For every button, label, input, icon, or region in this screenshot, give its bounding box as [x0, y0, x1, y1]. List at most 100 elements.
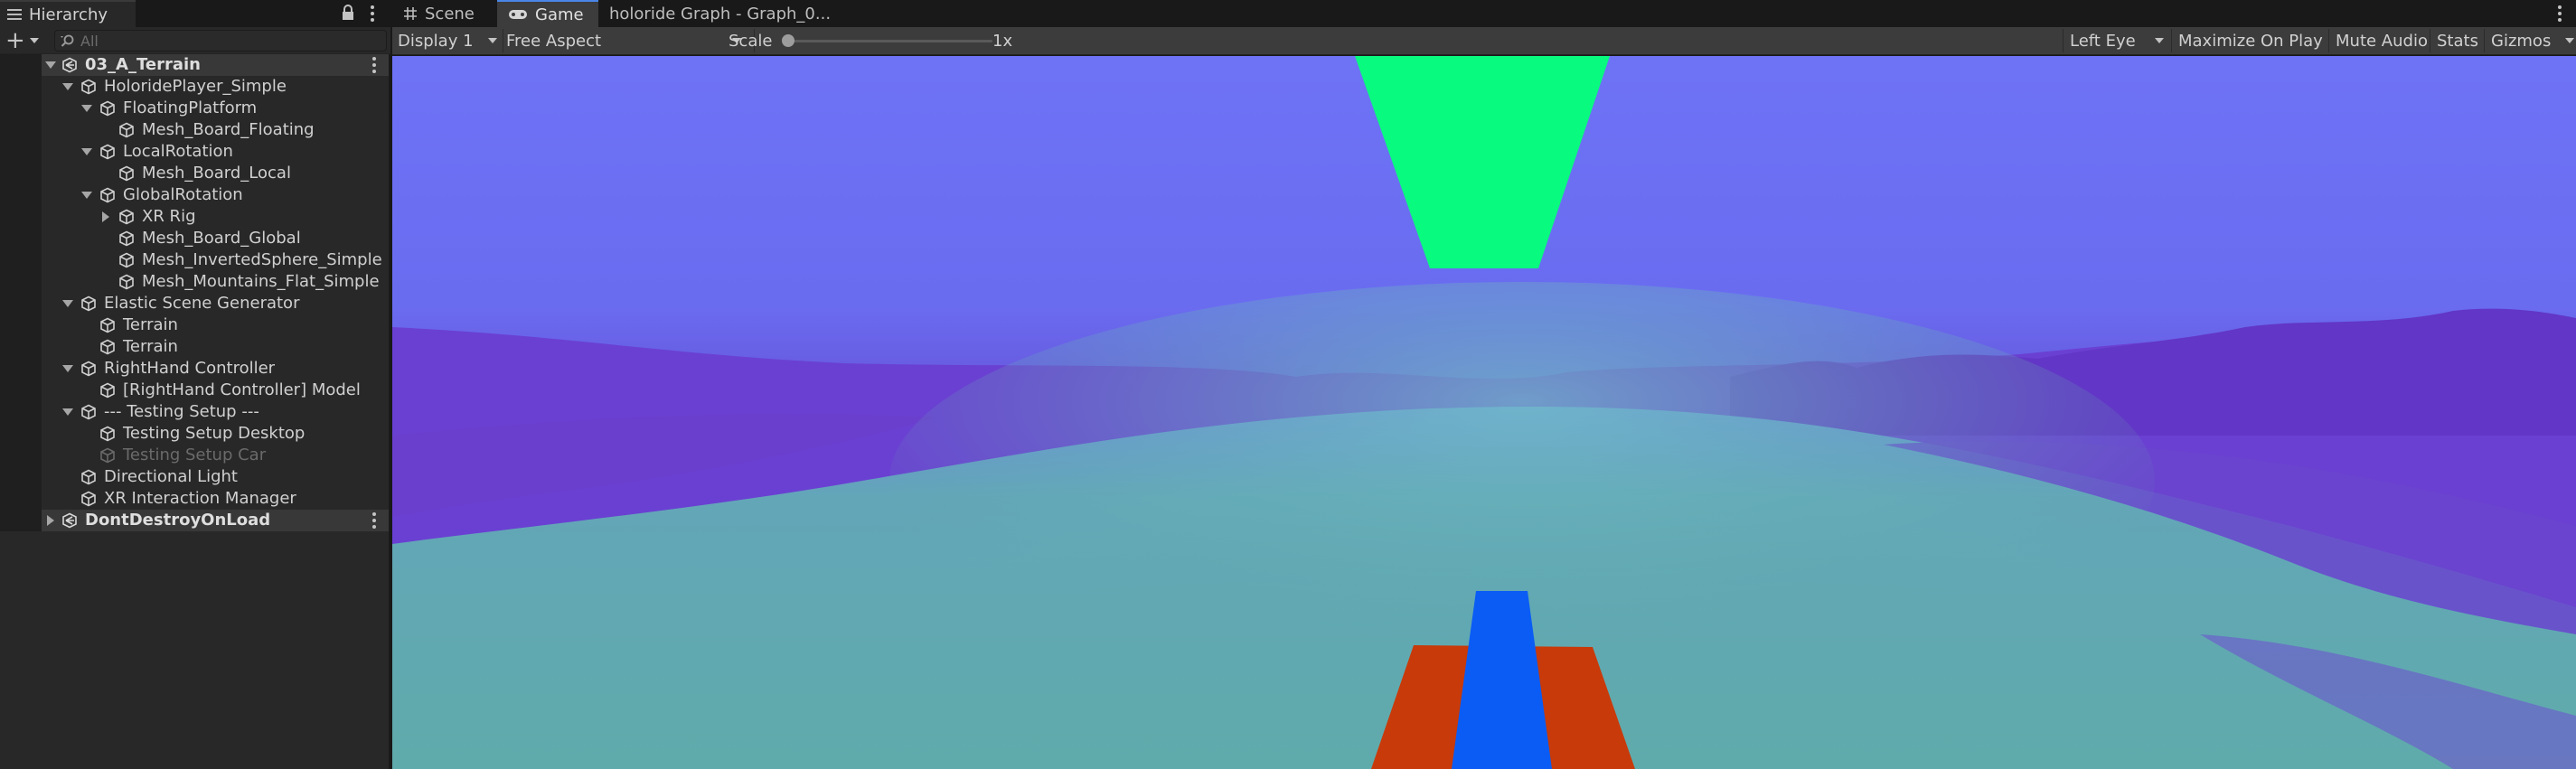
gameobject-cube-icon	[118, 122, 135, 138]
game-render	[392, 56, 2576, 769]
tab-game[interactable]: Game	[497, 0, 598, 27]
gameobject-cube-icon	[80, 491, 97, 507]
gameobject-cube-icon	[118, 165, 135, 182]
collapse-arrow-icon[interactable]	[47, 515, 54, 526]
hierarchy-item[interactable]: XR Rig	[0, 206, 389, 228]
hierarchy-item[interactable]: RightHand Controller	[0, 358, 389, 380]
hierarchy-item-label: 03_A_Terrain	[85, 55, 201, 74]
visibility-gutter[interactable]	[0, 314, 42, 336]
hierarchy-item[interactable]: Mesh_Board_Floating	[0, 119, 389, 141]
hierarchy-item[interactable]: Terrain	[0, 314, 389, 336]
hierarchy-item[interactable]: --- Testing Setup ---	[0, 401, 389, 423]
visibility-gutter[interactable]	[0, 293, 42, 314]
visibility-gutter[interactable]	[0, 119, 42, 141]
display-dropdown[interactable]: Display 1	[398, 27, 501, 54]
collapse-arrow-icon[interactable]	[102, 211, 109, 222]
chevron-down-icon	[488, 38, 497, 43]
hierarchy-item[interactable]: Directional Light	[0, 466, 389, 488]
visibility-gutter[interactable]	[0, 141, 42, 163]
tab-scene[interactable]: Scene	[392, 0, 497, 27]
lock-icon[interactable]	[342, 5, 354, 21]
visibility-gutter[interactable]	[0, 163, 42, 184]
visibility-gutter[interactable]	[0, 488, 42, 510]
hierarchy-menu-icon[interactable]	[371, 5, 374, 22]
visibility-gutter[interactable]	[0, 206, 42, 228]
visibility-gutter[interactable]	[0, 423, 42, 445]
search-input[interactable]	[80, 32, 370, 50]
hierarchy-item[interactable]: LocalRotation	[0, 141, 389, 163]
visibility-gutter[interactable]	[0, 401, 42, 423]
hierarchy-item[interactable]: Elastic Scene Generator	[0, 293, 389, 314]
gamepad-icon	[509, 10, 527, 19]
visibility-gutter[interactable]	[0, 76, 42, 98]
hierarchy-item[interactable]: Mesh_Board_Local	[0, 163, 389, 184]
game-viewport[interactable]	[392, 56, 2576, 769]
visibility-gutter[interactable]	[0, 271, 42, 293]
visibility-gutter[interactable]	[0, 54, 42, 76]
eye-dropdown[interactable]: Left Eye	[2064, 27, 2171, 54]
visibility-gutter[interactable]	[0, 98, 42, 119]
hierarchy-item-label: Mesh_InvertedSphere_Simple	[142, 250, 382, 269]
scale-slider-handle[interactable]	[782, 34, 794, 47]
expand-arrow-icon[interactable]	[45, 61, 56, 69]
hierarchy-item[interactable]: Mesh_InvertedSphere_Simple	[0, 249, 389, 271]
gizmos-dropdown[interactable]: Gizmos	[2486, 27, 2574, 54]
expand-arrow-icon[interactable]	[62, 365, 73, 372]
expand-arrow-icon[interactable]	[81, 192, 92, 199]
search-field[interactable]	[54, 30, 387, 52]
visibility-gutter[interactable]	[0, 358, 42, 380]
tab-scene-label: Scene	[425, 4, 475, 23]
hierarchy-item[interactable]: Terrain	[0, 336, 389, 358]
unity-scene-icon	[61, 512, 78, 529]
scale-label: Scale	[729, 31, 773, 51]
scene-row[interactable]: 03_A_Terrain	[0, 54, 389, 76]
expand-arrow-icon[interactable]	[62, 408, 73, 416]
gameobject-cube-icon	[99, 382, 116, 399]
scene-menu-icon[interactable]	[372, 512, 376, 529]
visibility-gutter[interactable]	[0, 380, 42, 401]
hierarchy-item[interactable]: Mesh_Board_Global	[0, 228, 389, 249]
hierarchy-item[interactable]: XR Interaction Manager	[0, 488, 389, 510]
hierarchy-item[interactable]: GlobalRotation	[0, 184, 389, 206]
expand-arrow-icon[interactable]	[81, 148, 92, 155]
list-icon	[7, 8, 22, 21]
stats-toggle[interactable]: Stats	[2431, 27, 2484, 54]
tab-holoride-graph[interactable]: holoride Graph - Graph_0...	[598, 0, 833, 27]
tab-hierarchy[interactable]: Hierarchy	[0, 0, 136, 27]
plus-icon: +	[5, 27, 25, 54]
hierarchy-item[interactable]: [RightHand Controller] Model	[0, 380, 389, 401]
scale-slider[interactable]	[792, 40, 992, 42]
hierarchy-item[interactable]: FloatingPlatform	[0, 98, 389, 119]
expand-arrow-icon[interactable]	[62, 83, 73, 90]
chevron-down-icon	[29, 38, 39, 43]
create-button[interactable]: +	[5, 27, 42, 54]
hierarchy-toolbar: +	[0, 27, 390, 54]
aspect-dropdown[interactable]: Free Aspect	[506, 27, 752, 54]
game-view-panel: Scene Game holoride Graph - Graph_0... D…	[392, 0, 2576, 769]
hierarchy-panel: Hierarchy + 03_A_Terrain HoloridePlayer_S…	[0, 0, 390, 769]
expand-arrow-icon[interactable]	[81, 105, 92, 112]
hierarchy-item-label: Mesh_Board_Floating	[142, 120, 315, 139]
visibility-gutter[interactable]	[0, 228, 42, 249]
visibility-gutter[interactable]	[0, 445, 42, 466]
maximize-on-play-toggle[interactable]: Maximize On Play	[2173, 27, 2328, 54]
hierarchy-item[interactable]: Testing Setup Car	[0, 445, 389, 466]
hierarchy-item[interactable]: Testing Setup Desktop	[0, 423, 389, 445]
visibility-gutter[interactable]	[0, 466, 42, 488]
visibility-gutter[interactable]	[0, 510, 42, 531]
visibility-gutter[interactable]	[0, 249, 42, 271]
hierarchy-item[interactable]: HoloridePlayer_Simple	[0, 76, 389, 98]
game-menu-icon[interactable]	[2558, 5, 2562, 22]
scene-menu-icon[interactable]	[372, 57, 376, 73]
toolbar-divider	[2484, 29, 2485, 52]
expand-arrow-icon[interactable]	[62, 300, 73, 307]
mute-audio-toggle[interactable]: Mute Audio	[2330, 27, 2430, 54]
gameobject-cube-icon	[80, 469, 97, 485]
visibility-gutter[interactable]	[0, 336, 42, 358]
gameobject-cube-icon	[99, 187, 116, 203]
hierarchy-item[interactable]: Mesh_Mountains_Flat_Simple	[0, 271, 389, 293]
gameobject-cube-icon	[99, 339, 116, 355]
visibility-gutter[interactable]	[0, 184, 42, 206]
hierarchy-item-label: Testing Setup Desktop	[123, 424, 306, 443]
scene-row[interactable]: DontDestroyOnLoad	[0, 510, 389, 531]
